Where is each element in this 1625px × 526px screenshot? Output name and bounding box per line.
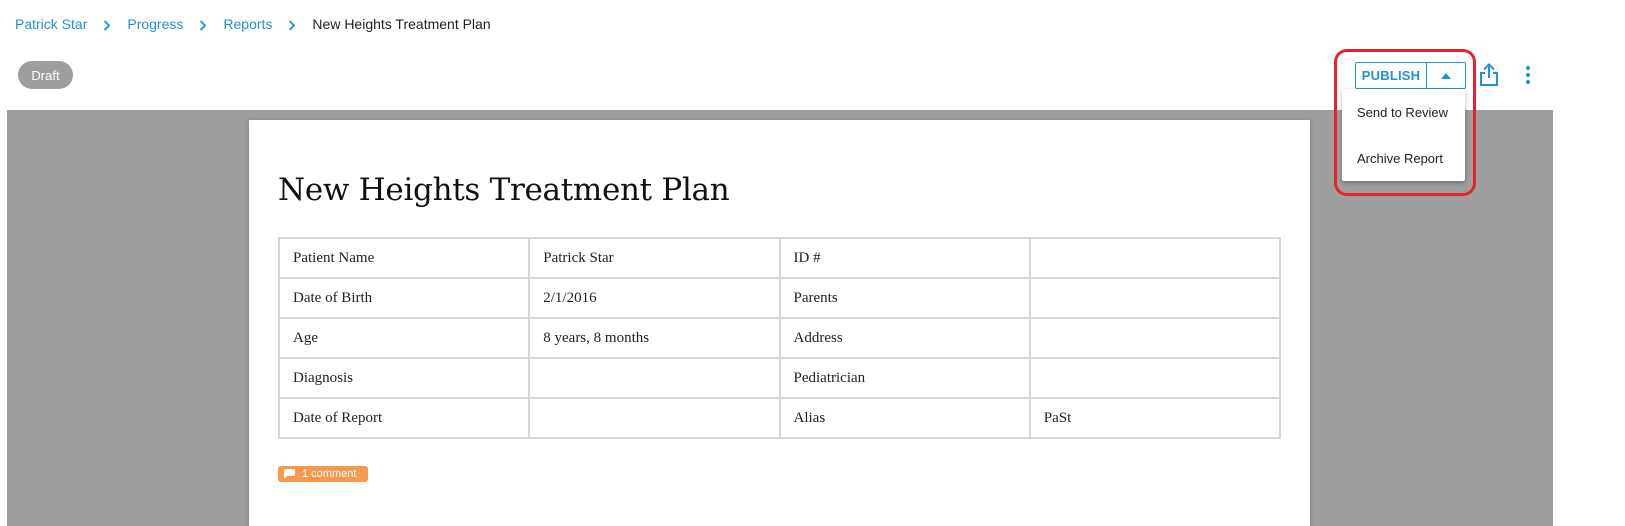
table-row: Age 8 years, 8 months Address bbox=[277, 317, 1282, 359]
breadcrumb-current: New Heights Treatment Plan bbox=[312, 16, 491, 32]
table-cell: Diagnosis bbox=[277, 357, 531, 399]
table-cell: Age bbox=[277, 317, 531, 359]
table-cell: Pediatrician bbox=[778, 357, 1031, 399]
patient-info-table: Patient Name Patrick Star ID # Date of B… bbox=[277, 237, 1282, 439]
table-cell bbox=[1028, 357, 1282, 399]
comment-icon bbox=[284, 469, 295, 479]
table-cell: Date of Report bbox=[277, 397, 531, 439]
breadcrumb-link-patient[interactable]: Patrick Star bbox=[15, 16, 87, 32]
menu-item-archive-report[interactable]: Archive Report bbox=[1342, 135, 1465, 181]
table-cell: Parents bbox=[778, 277, 1031, 319]
breadcrumb-link-reports[interactable]: Reports bbox=[223, 16, 272, 32]
menu-item-send-to-review[interactable]: Send to Review bbox=[1342, 89, 1465, 135]
caret-up-icon bbox=[1441, 72, 1451, 79]
comment-count: 1 comment bbox=[302, 468, 357, 480]
publish-button[interactable]: PUBLISH bbox=[1356, 63, 1426, 88]
table-cell: Date of Birth bbox=[277, 277, 531, 319]
table-row: Patient Name Patrick Star ID # bbox=[277, 237, 1282, 279]
table-cell bbox=[1028, 237, 1282, 279]
table-row: Date of Birth 2/1/2016 Parents bbox=[277, 277, 1282, 319]
table-cell: ID # bbox=[778, 237, 1031, 279]
chevron-right-icon bbox=[87, 16, 127, 32]
table-cell bbox=[528, 357, 781, 399]
table-cell bbox=[1028, 317, 1282, 359]
table-cell: PaSt bbox=[1028, 397, 1282, 439]
table-cell: 8 years, 8 months bbox=[528, 317, 781, 359]
more-vert-icon[interactable] bbox=[1519, 65, 1537, 85]
table-cell bbox=[1028, 277, 1282, 319]
table-cell: Address bbox=[778, 317, 1031, 359]
publish-menu: Send to Review Archive Report bbox=[1342, 89, 1465, 181]
table-cell: Alias bbox=[778, 397, 1031, 439]
document-title: New Heights Treatment Plan bbox=[278, 172, 730, 208]
publish-menu-toggle[interactable] bbox=[1426, 63, 1465, 88]
table-row: Date of Report Alias PaSt bbox=[277, 397, 1282, 439]
table-row: Diagnosis Pediatrician bbox=[277, 357, 1282, 399]
publish-split-button: PUBLISH bbox=[1355, 62, 1466, 89]
table-cell: 2/1/2016 bbox=[528, 277, 781, 319]
breadcrumb: Patrick Star Progress Reports New Height… bbox=[15, 15, 491, 33]
table-cell bbox=[528, 397, 781, 439]
breadcrumb-link-progress[interactable]: Progress bbox=[127, 16, 183, 32]
share-icon[interactable] bbox=[1478, 63, 1500, 87]
chevron-right-icon bbox=[272, 16, 312, 32]
table-cell: Patrick Star bbox=[528, 237, 781, 279]
comment-tag[interactable]: 1 comment bbox=[278, 466, 368, 482]
table-cell: Patient Name bbox=[277, 237, 531, 279]
status-badge: Draft bbox=[18, 61, 73, 89]
chevron-right-icon bbox=[183, 16, 223, 32]
